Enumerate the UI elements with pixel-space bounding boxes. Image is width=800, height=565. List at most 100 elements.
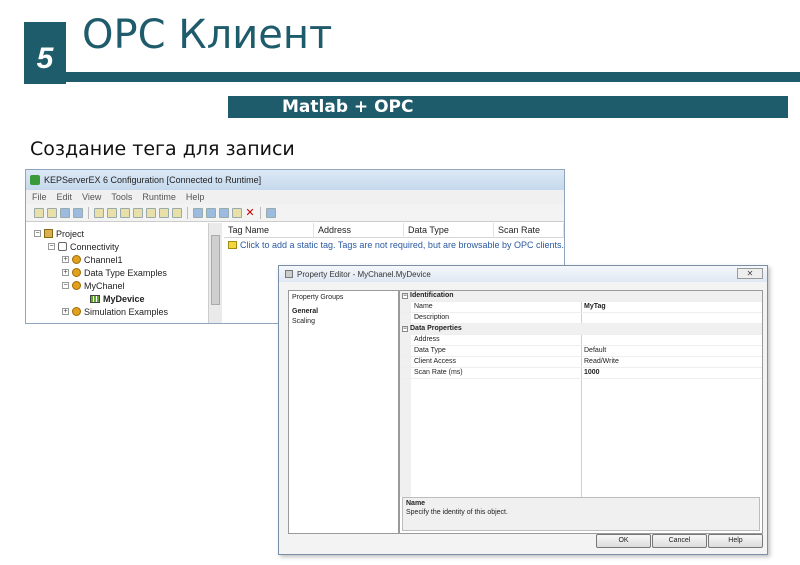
category-label: Data Properties xyxy=(410,325,462,332)
property-row-scan-rate[interactable]: Scan Rate (ms) 1000 xyxy=(400,368,762,379)
expand-icon[interactable]: + xyxy=(62,256,69,263)
category-identification[interactable]: − Identification xyxy=(400,291,762,302)
property-value-name[interactable]: MyTag xyxy=(584,303,606,310)
group-general[interactable]: General xyxy=(292,307,395,317)
collapse-icon[interactable]: − xyxy=(62,282,69,289)
property-label: Address xyxy=(414,336,440,343)
delete-icon[interactable]: ✕ xyxy=(245,207,255,218)
slide-subtitle: Создание тега для записи xyxy=(30,138,295,160)
title-rule xyxy=(24,72,800,82)
ok-button[interactable]: OK xyxy=(596,534,651,548)
add-static-tag-text: Click to add a static tag. Tags are not … xyxy=(240,240,564,250)
tree-scrollbar[interactable] xyxy=(208,223,222,323)
column-data-type[interactable]: Data Type xyxy=(404,222,494,238)
tree-label: Project xyxy=(56,228,85,239)
tree-item-mychanel[interactable]: − MyChanel xyxy=(26,279,221,292)
property-row-data-type[interactable]: Data Type Default xyxy=(400,346,762,357)
property-row-name[interactable]: Name MyTag xyxy=(400,302,762,313)
help-button[interactable]: Help xyxy=(708,534,763,548)
save-as-icon[interactable] xyxy=(73,207,83,218)
connectivity-icon xyxy=(58,242,67,251)
toolbar-separator xyxy=(187,206,188,219)
menu-file[interactable]: File xyxy=(32,192,47,202)
new-group-icon[interactable] xyxy=(120,207,130,218)
menu-help[interactable]: Help xyxy=(186,192,205,202)
tree-label: Connectivity xyxy=(70,241,120,252)
tree-item-project[interactable]: − Project xyxy=(26,227,221,240)
dialog-icon xyxy=(285,270,293,278)
property-value-data-type[interactable]: Default xyxy=(584,347,606,354)
kepserver-toolbar: ✕ xyxy=(26,204,564,222)
cancel-button[interactable]: Cancel xyxy=(652,534,707,548)
device-icon xyxy=(90,294,100,303)
collapse-icon[interactable]: − xyxy=(402,326,408,332)
tree-label: Simulation Examples xyxy=(84,306,169,317)
menu-view[interactable]: View xyxy=(82,192,101,202)
property-editor-dialog: Property Editor - MyChanel.MyDevice ✕ Pr… xyxy=(278,265,768,555)
property-label: Description xyxy=(414,314,450,321)
tree-item-data-type-examples[interactable]: + Data Type Examples xyxy=(26,266,221,279)
slide-number: 5 xyxy=(36,42,54,75)
quick-client-icon[interactable] xyxy=(266,207,276,218)
tree-label: Data Type Examples xyxy=(84,267,167,278)
new-channel-icon[interactable] xyxy=(94,207,104,218)
property-groups-header: Property Groups xyxy=(292,294,344,301)
description-title: Name xyxy=(406,500,426,507)
new-tag-icon[interactable] xyxy=(133,207,143,218)
kepware-logo-icon xyxy=(30,175,40,185)
property-grid: − Identification Name MyTag Description … xyxy=(399,290,763,534)
cut-icon[interactable] xyxy=(206,207,216,218)
group-scaling[interactable]: Scaling xyxy=(292,317,395,327)
collapse-icon[interactable]: − xyxy=(34,230,41,237)
collapse-icon[interactable]: − xyxy=(48,243,55,250)
category-data-properties[interactable]: − Data Properties xyxy=(400,324,762,335)
new-device-icon[interactable] xyxy=(107,207,117,218)
property-label: Data Type xyxy=(414,347,446,354)
menu-tools[interactable]: Tools xyxy=(111,192,132,202)
channel-gear-icon xyxy=(72,255,81,264)
undo-icon[interactable] xyxy=(193,207,203,218)
expand-icon[interactable]: + xyxy=(62,269,69,276)
project-icon xyxy=(44,229,53,238)
tree-item-simulation-examples[interactable]: + Simulation Examples xyxy=(26,305,221,318)
property-value-client-access[interactable]: Read/Write xyxy=(584,358,619,365)
tree-label: MyDevice xyxy=(103,293,145,304)
paste-icon[interactable] xyxy=(232,207,242,218)
menu-edit[interactable]: Edit xyxy=(57,192,73,202)
menu-runtime[interactable]: Runtime xyxy=(142,192,176,202)
tree-item-channel1[interactable]: + Channel1 xyxy=(26,253,221,266)
property-row-description[interactable]: Description xyxy=(400,313,762,324)
bulk-tag-icon[interactable] xyxy=(146,207,156,218)
copy-icon[interactable] xyxy=(219,207,229,218)
open-project-icon[interactable] xyxy=(47,207,57,218)
tree-label: Channel1 xyxy=(84,254,123,265)
property-row-address[interactable]: Address xyxy=(400,335,762,346)
project-tree: − Project − Connectivity + Channel1 + Da… xyxy=(26,223,222,323)
column-scan-rate[interactable]: Scan Rate xyxy=(494,222,564,238)
dialog-title: Property Editor - MyChanel.MyDevice xyxy=(297,269,431,279)
toolbar-separator xyxy=(260,206,261,219)
collapse-icon[interactable]: − xyxy=(402,293,408,299)
expand-icon[interactable]: + xyxy=(62,308,69,315)
channel-gear-icon xyxy=(72,281,81,290)
duplicate-tag-icon[interactable] xyxy=(159,207,169,218)
add-static-tag-link[interactable]: Click to add a static tag. Tags are not … xyxy=(224,238,564,252)
kepserver-menubar: File Edit View Tools Runtime Help xyxy=(26,190,564,204)
new-project-icon[interactable] xyxy=(34,207,44,218)
slide-title: ОРС Клиент xyxy=(82,12,333,58)
properties-icon[interactable] xyxy=(172,207,182,218)
save-icon[interactable] xyxy=(60,207,70,218)
property-row-client-access[interactable]: Client Access Read/Write xyxy=(400,357,762,368)
column-address[interactable]: Address xyxy=(314,222,404,238)
scrollbar-thumb[interactable] xyxy=(211,235,220,305)
tag-list-header: Tag Name Address Data Type Scan Rate xyxy=(224,222,564,238)
toolbar-separator xyxy=(88,206,89,219)
close-button[interactable]: ✕ xyxy=(737,268,763,279)
property-value-scan-rate[interactable]: 1000 xyxy=(584,369,600,376)
column-tag-name[interactable]: Tag Name xyxy=(224,222,314,238)
tree-item-connectivity[interactable]: − Connectivity xyxy=(26,240,221,253)
tree-item-mydevice[interactable]: MyDevice xyxy=(26,292,221,305)
property-groups-panel: Property Groups General Scaling xyxy=(288,290,399,534)
kepserver-titlebar: KEPServerEX 6 Configuration [Connected t… xyxy=(26,170,564,190)
tree-label: MyChanel xyxy=(84,280,125,291)
